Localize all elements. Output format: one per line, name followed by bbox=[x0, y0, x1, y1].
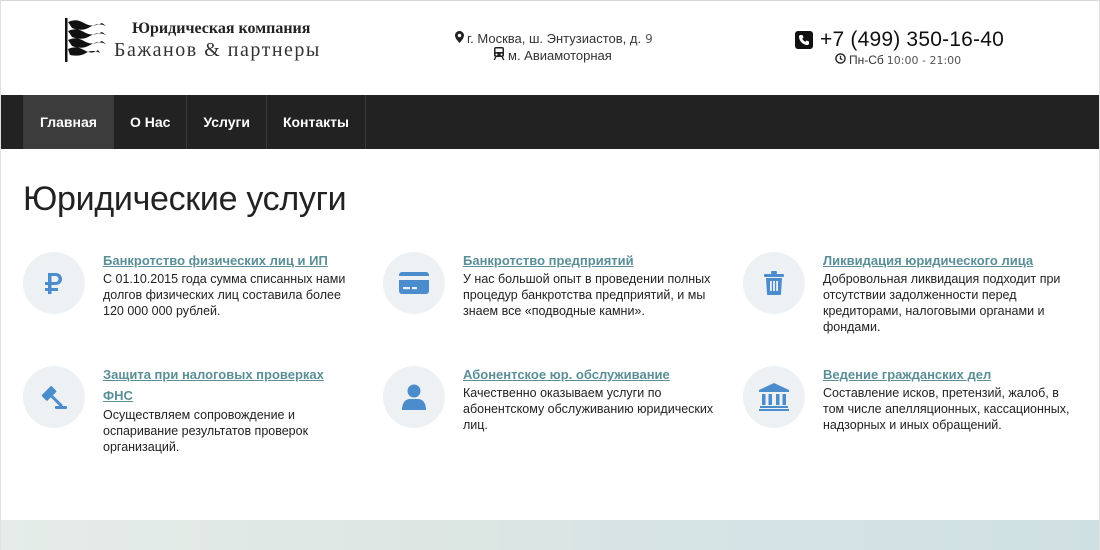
service-description: Добровольная ликвидация подходит при отс… bbox=[823, 272, 1061, 334]
gavel-icon bbox=[23, 366, 85, 428]
service-description: Качественно оказываем услуги по абонентс… bbox=[463, 386, 714, 432]
page-title: Юридические услуги bbox=[23, 180, 347, 218]
service-link[interactable]: Ликвидация юридического лица bbox=[823, 250, 1073, 271]
credit-card-icon bbox=[383, 252, 445, 314]
service-link[interactable]: Банкротство физических лиц и ИП bbox=[103, 250, 353, 271]
working-days: Пн-Сб bbox=[849, 53, 884, 67]
service-card-liquidation: Ликвидация юридического лица Добровольна… bbox=[743, 252, 1083, 362]
nav-menu: Главная О Нас Услуги Контакты bbox=[23, 95, 366, 149]
street-address: г. Москва, ш. Энтузиастов, д. 9 bbox=[455, 31, 653, 47]
metro-text: м. Авиамоторная bbox=[508, 47, 612, 63]
service-card-subscription: Абонентское юр. обслуживание Качественно… bbox=[383, 366, 723, 476]
main-navbar: Главная О Нас Услуги Контакты bbox=[0, 95, 1100, 149]
site-header: Юридическая компания Бажанов & партнеры … bbox=[0, 0, 1100, 95]
metro-train-icon bbox=[493, 47, 508, 64]
service-card-tax-audit: Защита при налоговых проверках ФНС Осуще… bbox=[23, 366, 363, 476]
service-link[interactable]: Ведение гражданских дел bbox=[823, 364, 1073, 385]
service-description: Осуществляем сопровождение и оспаривание… bbox=[103, 408, 309, 454]
nav-item-home[interactable]: Главная bbox=[24, 95, 114, 149]
company-logo[interactable]: Юридическая компания Бажанов & партнеры bbox=[62, 16, 342, 64]
nav-item-contacts[interactable]: Контакты bbox=[267, 95, 366, 149]
phone-row[interactable]: +7 (499) 350-16-40 bbox=[795, 28, 1004, 52]
nav-item-about[interactable]: О Нас bbox=[114, 95, 188, 149]
service-description: Составление исков, претензий, жалоб, в т… bbox=[823, 386, 1070, 432]
street-text: г. Москва, ш. Энтузиастов, д. bbox=[467, 31, 642, 46]
service-card-company-bankruptcy: Банкротство предприятий У нас большой оп… bbox=[383, 252, 723, 362]
service-link[interactable]: Абонентское юр. обслуживание bbox=[463, 364, 713, 385]
bank-building-icon bbox=[743, 366, 805, 428]
service-card-personal-bankruptcy: Банкротство физических лиц и ИП С 01.10.… bbox=[23, 252, 363, 362]
contact-block: +7 (499) 350-16-40 Пн-Сб 10:00 - 21:00 bbox=[795, 28, 1004, 67]
house-number: 9 bbox=[645, 32, 653, 46]
trash-icon bbox=[743, 252, 805, 314]
phone-icon bbox=[795, 31, 813, 49]
ruble-icon bbox=[23, 252, 85, 314]
flag-logo-icon bbox=[62, 18, 108, 62]
logo-title: Юридическая компания bbox=[132, 20, 311, 37]
working-time: 10:00 - 21:00 bbox=[886, 53, 962, 67]
logo-subtitle: Бажанов & партнеры bbox=[114, 39, 321, 61]
hero-background-strip bbox=[0, 520, 1100, 550]
service-card-civil-cases: Ведение гражданских дел Составление иско… bbox=[743, 366, 1083, 476]
service-link[interactable]: Банкротство предприятий bbox=[463, 250, 713, 271]
working-hours: Пн-Сб 10:00 - 21:00 bbox=[835, 53, 1004, 67]
phone-number[interactable]: +7 (499) 350-16-40 bbox=[820, 28, 1004, 52]
metro-station: м. Авиамоторная bbox=[455, 47, 653, 64]
nav-item-services[interactable]: Услуги bbox=[187, 95, 267, 149]
service-description: С 01.10.2015 года сумма списанных нами д… bbox=[103, 272, 346, 318]
service-link[interactable]: Защита при налоговых проверках ФНС bbox=[103, 364, 353, 406]
address-block: г. Москва, ш. Энтузиастов, д. 9 м. Авиам… bbox=[455, 31, 653, 64]
map-marker-icon bbox=[455, 31, 467, 47]
service-description: У нас большой опыт в проведении полных п… bbox=[463, 272, 711, 318]
clock-icon bbox=[835, 53, 846, 67]
user-icon bbox=[383, 366, 445, 428]
